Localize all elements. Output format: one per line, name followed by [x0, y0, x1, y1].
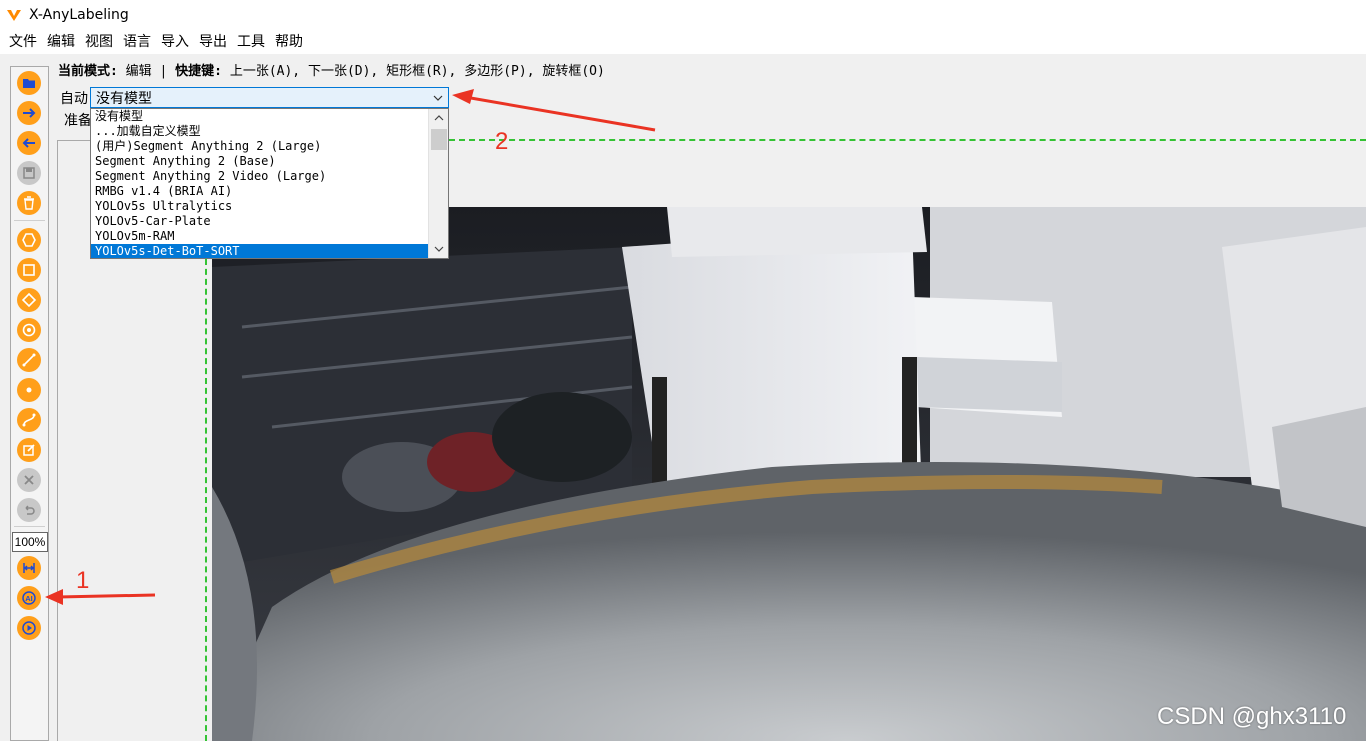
- model-option[interactable]: YOLOv5s Ultralytics: [91, 199, 428, 214]
- model-option[interactable]: ...加载自定义模型: [91, 124, 428, 139]
- window-title: X-AnyLabeling: [29, 7, 129, 23]
- scroll-up-icon[interactable]: [429, 109, 448, 127]
- model-option[interactable]: (用户)Segment Anything 2 (Large): [91, 139, 428, 154]
- linestrip-icon[interactable]: [17, 408, 41, 432]
- canvas-image[interactable]: [212, 207, 1366, 741]
- menu-bar: 文件 编辑 视图 语言 导入 导出 工具 帮助: [0, 30, 1366, 54]
- app-logo-icon: [5, 6, 23, 24]
- scroll-down-icon[interactable]: [429, 240, 448, 258]
- shortcut-label: 快捷键:: [175, 64, 222, 79]
- model-dropdown-list: 没有模型 ...加载自定义模型 (用户)Segment Anything 2 (…: [90, 108, 449, 259]
- guide-line-horizontal: [449, 139, 1366, 141]
- menu-import[interactable]: 导入: [156, 31, 194, 53]
- line-icon[interactable]: [17, 348, 41, 372]
- shortcut-list: 上一张(A), 下一张(D), 矩形框(R), 多边形(P), 旋转框(O): [229, 64, 605, 79]
- menu-view[interactable]: 视图: [80, 31, 118, 53]
- left-toolbar: 100% AI: [10, 66, 49, 741]
- annotation-label-1: 1: [76, 567, 90, 594]
- open-folder-icon[interactable]: [17, 71, 41, 95]
- model-option[interactable]: Segment Anything 2 Video (Large): [91, 169, 428, 184]
- ready-label: 准备: [64, 113, 92, 129]
- model-select-value: 没有模型: [96, 90, 152, 107]
- menu-tools[interactable]: 工具: [232, 31, 270, 53]
- edit-icon[interactable]: [17, 438, 41, 462]
- save-icon[interactable]: [17, 161, 41, 185]
- scrollbar-thumb[interactable]: [431, 129, 447, 150]
- dropdown-scrollbar[interactable]: [428, 109, 448, 258]
- title-bar: X-AnyLabeling: [0, 0, 1366, 30]
- next-image-icon[interactable]: [17, 101, 41, 125]
- rotation-icon[interactable]: [17, 288, 41, 312]
- model-option[interactable]: YOLOv5-Car-Plate: [91, 214, 428, 229]
- model-option-highlighted[interactable]: YOLOv5s-Det-BoT-SORT: [91, 244, 428, 258]
- auto-label: 自动: [60, 91, 88, 107]
- annotation-arrow-2: [464, 95, 656, 132]
- menu-edit[interactable]: 编辑: [42, 31, 80, 53]
- undo-icon[interactable]: [17, 498, 41, 522]
- ai-icon[interactable]: AI: [17, 586, 41, 610]
- circle-icon[interactable]: [17, 318, 41, 342]
- model-option[interactable]: 没有模型: [91, 109, 428, 124]
- rectangle-icon[interactable]: [17, 258, 41, 282]
- polygon-icon[interactable]: [17, 228, 41, 252]
- svg-text:AI: AI: [25, 594, 33, 603]
- mode-separator: |: [159, 64, 168, 79]
- menu-file[interactable]: 文件: [4, 31, 42, 53]
- model-option[interactable]: RMBG v1.4 (BRIA AI): [91, 184, 428, 199]
- toolbar-divider: [14, 220, 45, 221]
- watermark-text: CSDN @ghx3110: [1157, 703, 1347, 730]
- menu-language[interactable]: 语言: [118, 31, 156, 53]
- annotation-label-2: 2: [495, 128, 509, 155]
- model-option[interactable]: YOLOv5m-RAM: [91, 229, 428, 244]
- menu-export[interactable]: 导出: [194, 31, 232, 53]
- model-option[interactable]: Segment Anything 2 (Base): [91, 154, 428, 169]
- fit-width-icon[interactable]: [17, 556, 41, 580]
- delete-shape-icon[interactable]: [17, 468, 41, 492]
- prev-image-icon[interactable]: [17, 131, 41, 155]
- zoom-level-field[interactable]: 100%: [12, 532, 48, 552]
- mode-status-line: 当前模式: 编辑 | 快捷键: 上一张(A), 下一张(D), 矩形框(R), …: [58, 62, 605, 82]
- delete-icon[interactable]: [17, 191, 41, 215]
- mode-value: 编辑: [125, 64, 152, 79]
- play-icon[interactable]: [17, 616, 41, 640]
- point-icon[interactable]: [17, 378, 41, 402]
- annotation-arrowhead-2: [452, 89, 474, 104]
- chevron-down-icon[interactable]: [428, 95, 448, 101]
- menu-help[interactable]: 帮助: [270, 31, 308, 53]
- model-select[interactable]: 没有模型: [90, 87, 449, 108]
- mode-label: 当前模式:: [58, 64, 118, 79]
- toolbar-divider: [14, 526, 45, 527]
